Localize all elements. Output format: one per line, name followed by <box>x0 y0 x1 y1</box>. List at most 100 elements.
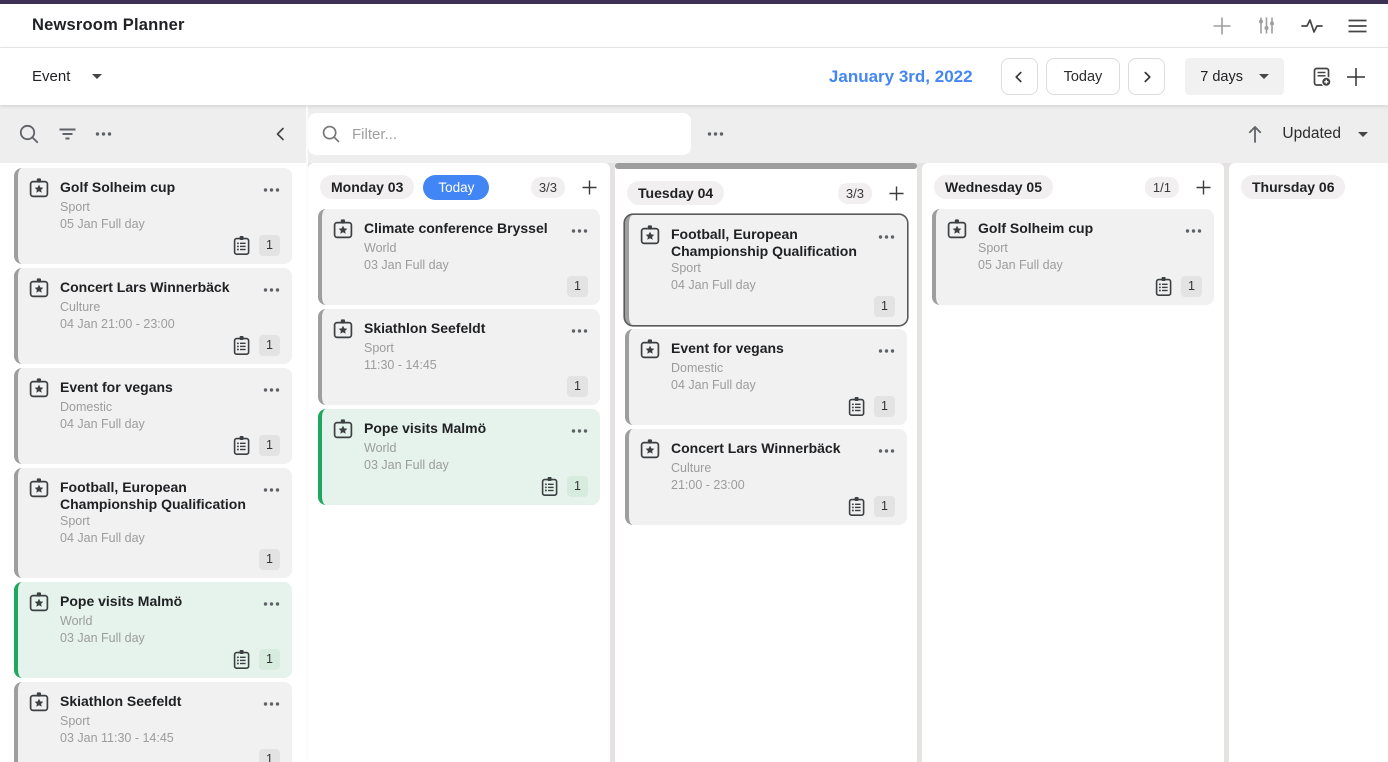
day-column-header: Wednesday 05 1/1 <box>932 163 1214 209</box>
event-title: Climate conference Bryssel <box>364 218 561 237</box>
note-count-chip: 1 <box>567 276 588 297</box>
search-icon <box>321 124 341 144</box>
today-button[interactable]: Today <box>1046 58 1121 95</box>
event-badge-icon <box>28 377 50 399</box>
event-card[interactable]: Skiathlon Seefeldt Sport 11:30 - 14:45 1 <box>318 309 600 405</box>
card-more-icon[interactable] <box>263 277 280 299</box>
event-time: 04 Jan Full day <box>671 378 895 394</box>
day-column-header: Monday 03 Today 3/3 <box>318 163 600 209</box>
event-time: 11:30 - 14:45 <box>364 358 588 374</box>
chevron-left-icon <box>1012 70 1026 84</box>
day-label: Wednesday 05 <box>934 175 1053 199</box>
search-icon[interactable] <box>18 123 40 145</box>
event-time: 04 Jan Full day <box>671 278 895 294</box>
caret-down-icon[interactable] <box>1358 132 1368 137</box>
collapse-sidebar-icon[interactable] <box>272 125 288 143</box>
view-type-label: Event <box>32 68 70 85</box>
card-more-icon[interactable] <box>263 377 280 399</box>
today-badge: Today <box>423 175 489 200</box>
card-more-icon[interactable] <box>878 224 895 246</box>
add-icon[interactable] <box>1211 15 1233 37</box>
event-card[interactable]: Pope visits Malmö World 03 Jan Full day … <box>14 582 292 678</box>
event-title: Skiathlon Seefeldt <box>364 318 561 337</box>
card-more-icon[interactable] <box>878 338 895 360</box>
saved-views-icon[interactable] <box>1310 65 1334 89</box>
day-label: Thursday 06 <box>1241 175 1345 199</box>
event-category: Sport <box>60 514 280 530</box>
card-more-icon[interactable] <box>571 418 588 440</box>
event-card[interactable]: Pope visits Malmö World 03 Jan Full day … <box>318 409 600 505</box>
sort-ascending-icon[interactable] <box>1245 123 1265 145</box>
note-count-chip: 1 <box>259 435 280 456</box>
event-badge-icon <box>28 591 50 613</box>
note-count-chip: 1 <box>259 649 280 670</box>
event-title: Event for vegans <box>671 338 868 357</box>
event-card[interactable]: Skiathlon Seefeldt Sport 03 Jan 11:30 - … <box>14 682 292 762</box>
event-title: Concert Lars Winnerbäck <box>60 277 253 296</box>
card-more-icon[interactable] <box>263 691 280 713</box>
event-category: Domestic <box>671 361 895 377</box>
filter-icon[interactable] <box>57 125 78 143</box>
app-title: Newsroom Planner <box>32 16 1211 35</box>
clipboard-icon <box>846 496 867 517</box>
event-card[interactable]: Football, European Championship Qualific… <box>625 215 907 325</box>
event-time: 21:00 - 23:00 <box>671 478 895 494</box>
card-more-icon[interactable] <box>263 177 280 199</box>
clipboard-icon <box>846 396 867 417</box>
note-count-chip: 1 <box>567 476 588 497</box>
event-title: Golf Solheim cup <box>978 218 1175 237</box>
event-badge-icon <box>28 277 50 299</box>
card-more-icon[interactable] <box>571 318 588 340</box>
event-card[interactable]: Football, European Championship Qualific… <box>14 468 292 578</box>
event-card[interactable]: Event for vegans Domestic 04 Jan Full da… <box>625 329 907 425</box>
event-title: Concert Lars Winnerbäck <box>671 438 868 457</box>
view-type-dropdown[interactable]: Event <box>32 68 102 85</box>
event-badge-icon <box>28 691 50 713</box>
chevron-right-icon <box>1140 70 1154 84</box>
event-category: Sport <box>364 341 588 357</box>
current-date-label[interactable]: January 3rd, 2022 <box>829 67 973 87</box>
note-count-chip: 1 <box>259 749 280 762</box>
add-event-to-day-icon[interactable] <box>581 179 598 196</box>
add-event-to-day-icon[interactable] <box>888 185 905 202</box>
next-day-button[interactable] <box>1128 58 1165 95</box>
event-category: Sport <box>60 714 280 730</box>
event-title: Pope visits Malmö <box>60 591 253 610</box>
event-time: 03 Jan Full day <box>364 258 588 274</box>
menu-icon[interactable] <box>1347 17 1368 35</box>
filter-input[interactable] <box>352 126 678 143</box>
prev-day-button[interactable] <box>1001 58 1038 95</box>
card-more-icon[interactable] <box>263 591 280 613</box>
card-more-icon[interactable] <box>878 438 895 460</box>
add-event-to-day-icon[interactable] <box>1195 179 1212 196</box>
event-card[interactable]: Golf Solheim cup Sport 05 Jan Full day 1 <box>14 168 292 264</box>
sliders-icon[interactable] <box>1256 15 1277 36</box>
activity-icon[interactable] <box>1300 16 1324 36</box>
event-card[interactable]: Concert Lars Winnerbäck Culture 04 Jan 2… <box>14 268 292 364</box>
note-count-chip: 1 <box>567 376 588 397</box>
day-column: Tuesday 04 3/3 Football, European Champi… <box>615 163 917 762</box>
event-card[interactable]: Climate conference Bryssel World 03 Jan … <box>318 209 600 305</box>
event-count-badge: 3/3 <box>838 183 872 204</box>
card-more-icon[interactable] <box>1185 218 1202 240</box>
event-card[interactable]: Concert Lars Winnerbäck Culture 21:00 - … <box>625 429 907 525</box>
card-more-icon[interactable] <box>571 218 588 240</box>
card-more-icon[interactable] <box>263 477 280 499</box>
more-icon[interactable] <box>707 130 724 138</box>
more-icon[interactable] <box>95 130 112 138</box>
event-category: Sport <box>60 200 280 216</box>
event-title: Football, European Championship Qualific… <box>671 224 868 260</box>
event-category: Domestic <box>60 400 280 416</box>
date-range-dropdown[interactable]: 7 days <box>1185 58 1284 95</box>
event-time: 04 Jan 21:00 - 23:00 <box>60 317 280 333</box>
clipboard-icon <box>231 235 252 256</box>
filter-input-wrapper <box>308 113 691 155</box>
event-badge-icon <box>332 218 354 240</box>
board-filter-bar: Updated <box>308 105 1388 163</box>
sort-by-label[interactable]: Updated <box>1282 125 1341 143</box>
event-card[interactable]: Golf Solheim cup Sport 05 Jan Full day 1 <box>932 209 1214 305</box>
add-event-icon[interactable] <box>1344 65 1368 89</box>
event-time: 05 Jan Full day <box>978 258 1202 274</box>
event-card[interactable]: Event for vegans Domestic 04 Jan Full da… <box>14 368 292 464</box>
day-column-cards: Football, European Championship Qualific… <box>625 215 907 529</box>
